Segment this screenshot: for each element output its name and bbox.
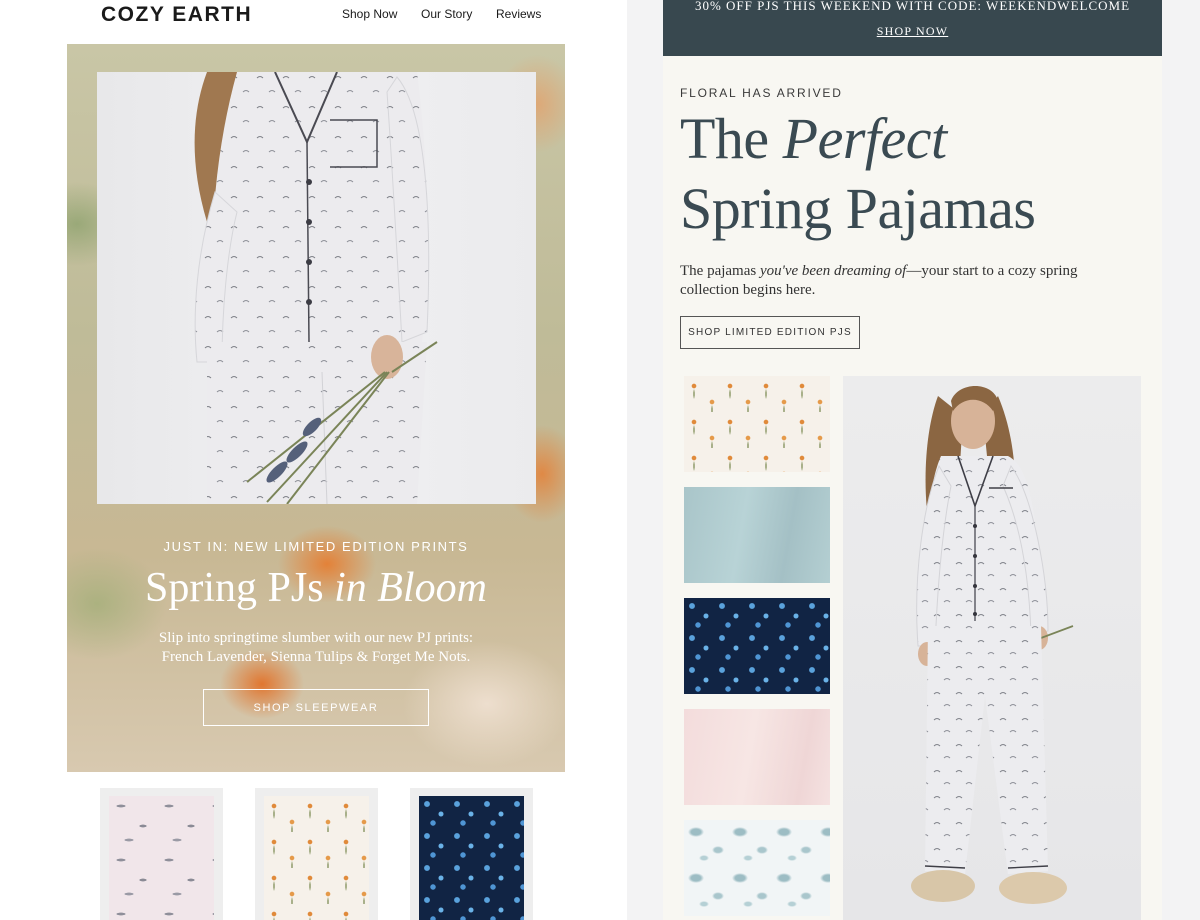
promo-shop-now-link[interactable]: SHOP NOW: [663, 24, 1162, 39]
intro-italic: you've been dreaming of: [759, 263, 907, 279]
hero-title: Spring PJs in Bloom: [67, 564, 565, 612]
hero-title-italic: in Bloom: [334, 565, 487, 611]
fabric-swatch-blush[interactable]: [684, 709, 830, 805]
fabric-swatch-tulip[interactable]: [684, 376, 830, 472]
nav-our-story[interactable]: Our Story: [421, 7, 472, 21]
nav-shop-now[interactable]: Shop Now: [342, 7, 397, 21]
shop-limited-edition-pjs-button[interactable]: SHOP LIMITED EDITION PJS: [680, 316, 860, 349]
hero-description-line-1: Slip into springtime slumber with our ne…: [158, 630, 474, 646]
brand-logo[interactable]: COZY EARTH: [101, 3, 252, 27]
hero-description: Slip into springtime slumber with our ne…: [97, 629, 535, 667]
headline-italic: Perfect: [782, 106, 947, 171]
swatch-card-forget-me-nots[interactable]: [410, 788, 533, 920]
intro-pre: The pajamas: [680, 263, 760, 279]
headline: The Perfect Spring Pajamas: [680, 104, 1036, 244]
model-photo[interactable]: [843, 376, 1141, 920]
hero-product-photo[interactable]: [97, 72, 536, 504]
fabric-swatch-sage[interactable]: [684, 487, 830, 583]
hero-banner[interactable]: JUST IN: NEW LIMITED EDITION PRINTS Spri…: [67, 44, 565, 772]
fabric-swatch-forget-me-not[interactable]: [684, 598, 830, 694]
hero-kicker: JUST IN: NEW LIMITED EDITION PRINTS: [163, 539, 469, 554]
nav-reviews[interactable]: Reviews: [496, 7, 541, 21]
french-lavender-swatch-image: [109, 796, 214, 920]
intro-paragraph: The pajamas you've been dreaming of—your…: [680, 262, 1120, 300]
model-full-body-image: [911, 386, 1074, 904]
headline-line-2: Spring Pajamas: [680, 176, 1036, 241]
headline-main: The: [680, 106, 783, 171]
swatch-card-sienna-tulips[interactable]: [255, 788, 378, 920]
hero-description-line-2: French Lavender, Sienna Tulips & Forget …: [161, 649, 471, 665]
shop-sleepwear-button[interactable]: SHOP SLEEPWEAR: [203, 689, 429, 726]
swatch-card-french-lavender[interactable]: [100, 788, 223, 920]
sienna-tulips-swatch-image: [264, 796, 369, 920]
headline-line-1: The Perfect: [680, 104, 1035, 174]
hero-title-main: Spring PJs: [145, 565, 335, 611]
promo-banner: 30% OFF PJS THIS WEEKEND WITH CODE: WEEK…: [663, 0, 1162, 56]
forget-me-nots-swatch-image: [419, 796, 524, 920]
fabric-swatch-toile[interactable]: [684, 820, 830, 916]
model-in-pajamas-image: [194, 72, 438, 504]
floral-kicker: FLORAL HAS ARRIVED: [680, 86, 843, 100]
promo-text: 30% OFF PJS THIS WEEKEND WITH CODE: WEEK…: [694, 0, 1131, 13]
